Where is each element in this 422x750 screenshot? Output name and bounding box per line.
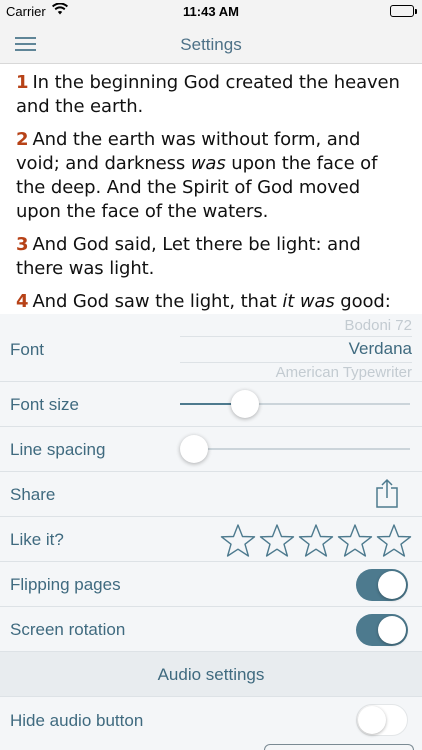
page-title: Settings — [180, 35, 242, 54]
verse-text: it was — [282, 291, 335, 312]
navigation-bar: Settings — [0, 24, 422, 64]
share-icon[interactable] — [374, 478, 400, 508]
verse-number: 1 — [16, 72, 29, 93]
like-label: Like it? — [10, 530, 64, 549]
hide-audio-toggle[interactable] — [356, 704, 408, 736]
slider-thumb[interactable] — [230, 390, 259, 418]
audio-settings-header: Audio settings — [0, 651, 422, 696]
font-size-row: Font size — [0, 381, 422, 426]
verse-text: And God saw the light, that — [32, 291, 283, 312]
font-size-slider[interactable] — [180, 389, 410, 419]
line-spacing-slider[interactable] — [180, 434, 410, 464]
verse-number: 3 — [16, 234, 29, 255]
verse: 2 And the earth was without form, and voi… — [16, 128, 406, 224]
line-spacing-label: Line spacing — [10, 440, 106, 459]
star-outline-icon[interactable] — [337, 523, 373, 559]
verse: 1 In the beginning God created the heaven… — [16, 71, 406, 119]
flipping-pages-row: Flipping pages — [0, 561, 422, 606]
star-outline-icon[interactable] — [220, 523, 256, 559]
font-option-selected[interactable]: Verdana — [349, 339, 412, 359]
like-row: Like it? — [0, 516, 422, 561]
bottom-control-peek[interactable] — [264, 744, 414, 750]
rating-stars[interactable] — [220, 523, 414, 559]
verse-number: 2 — [16, 129, 29, 150]
font-option[interactable]: Bodoni 72 — [344, 317, 412, 334]
star-outline-icon[interactable] — [298, 523, 334, 559]
hide-audio-label: Hide audio button — [10, 711, 144, 730]
font-size-label: Font size — [10, 395, 79, 414]
screen-rotation-toggle[interactable] — [356, 614, 408, 646]
share-row[interactable]: Share — [0, 471, 422, 516]
screen-rotation-row: Screen rotation — [0, 606, 422, 651]
font-option[interactable]: American Typewriter — [276, 364, 412, 381]
line-spacing-row: Line spacing — [0, 426, 422, 471]
font-label: Font — [10, 340, 45, 359]
star-outline-icon[interactable] — [376, 523, 412, 559]
settings-panel: Font Bodoni 72 Verdana American Typewrit… — [0, 314, 422, 750]
verse-text: was — [190, 153, 226, 174]
reader-text: 1 In the beginning God created the heaven… — [0, 65, 422, 314]
flipping-pages-label: Flipping pages — [10, 575, 121, 594]
clock: 11:43 AM — [183, 4, 239, 19]
verse: 3 And God said, Let there be light: and t… — [16, 233, 406, 281]
flipping-pages-toggle[interactable] — [356, 569, 408, 601]
verse-number: 4 — [16, 291, 29, 312]
status-bar: Carrier 11:43 AM — [0, 0, 422, 24]
hide-audio-row: Hide audio button — [0, 696, 422, 750]
share-label: Share — [10, 485, 56, 504]
audio-settings-title: Audio settings — [157, 665, 265, 684]
star-outline-icon[interactable] — [259, 523, 295, 559]
battery-icon — [390, 5, 417, 17]
verse-text: And God said, Let there be light: and th… — [16, 234, 361, 279]
verse: 4 And God saw the light, that it was good… — [16, 290, 406, 314]
screen-rotation-label: Screen rotation — [10, 620, 126, 639]
font-row: Font Bodoni 72 Verdana American Typewrit… — [0, 314, 422, 381]
slider-thumb[interactable] — [180, 435, 208, 463]
font-picker[interactable]: Bodoni 72 Verdana American Typewriter — [180, 314, 412, 381]
verse-text: In the beginning God created the heaven … — [16, 72, 400, 117]
